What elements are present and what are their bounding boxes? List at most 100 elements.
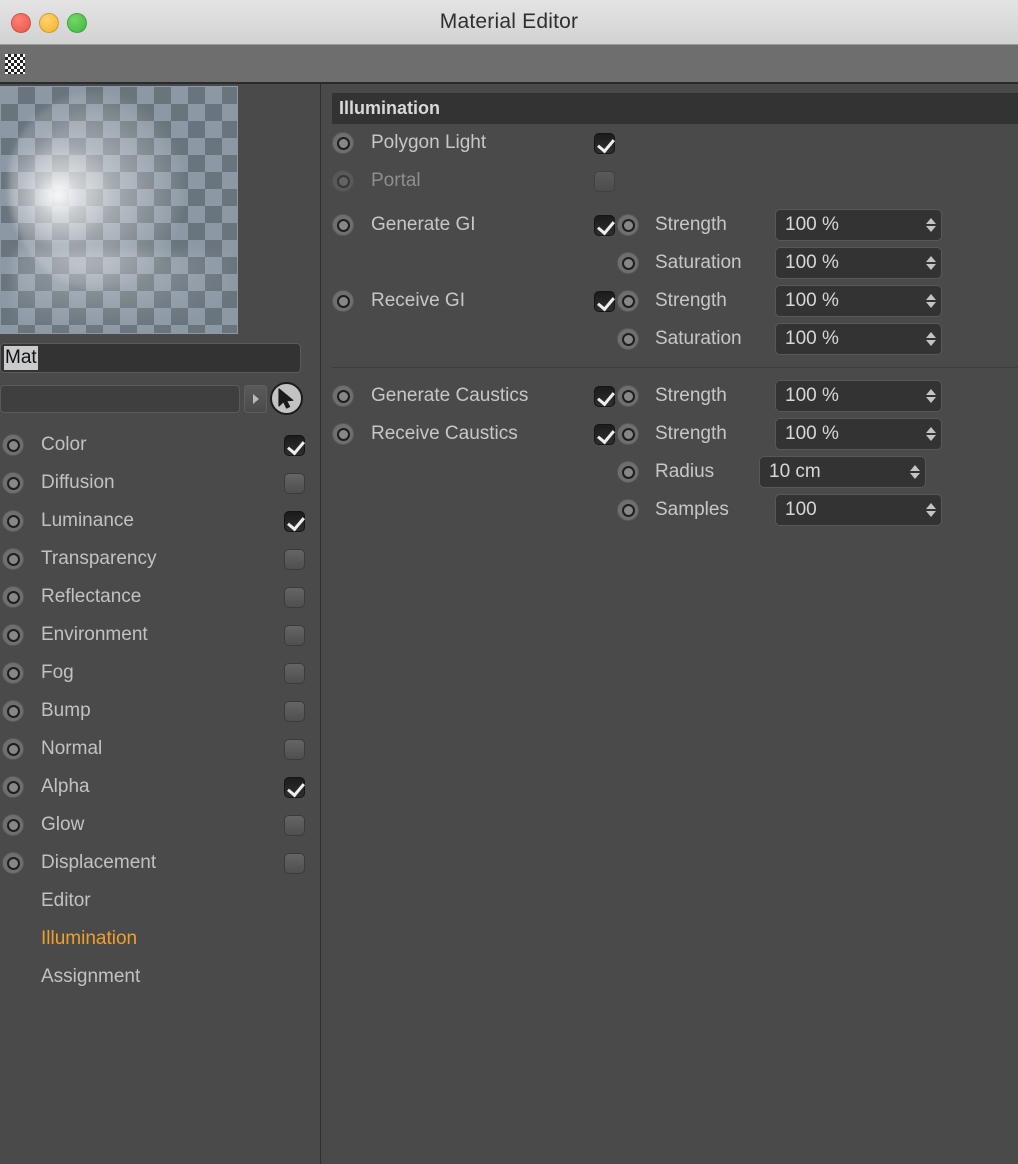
property-checkbox[interactable]	[594, 170, 615, 192]
spinner-down-icon[interactable]	[926, 302, 936, 308]
channel-row-environment[interactable]: Environment	[0, 616, 320, 654]
spinner-down-icon[interactable]	[926, 511, 936, 517]
property-toggle-bullet[interactable]	[332, 290, 354, 312]
property-toggle-bullet[interactable]	[617, 214, 639, 236]
channel-toggle-bullet[interactable]	[2, 624, 24, 646]
channel-checkbox[interactable]	[284, 434, 305, 456]
property-toggle-bullet[interactable]	[617, 328, 639, 350]
combo-expand-button[interactable]	[244, 384, 267, 413]
channel-row-editor[interactable]: Editor	[0, 882, 320, 920]
channel-toggle-bullet[interactable]	[2, 852, 24, 874]
material-preview[interactable]	[0, 86, 238, 334]
numeric-input-strength[interactable]: 100 %	[775, 380, 942, 412]
spinner-down-icon[interactable]	[926, 397, 936, 403]
channel-checkbox[interactable]	[284, 738, 305, 760]
numeric-input-strength[interactable]: 100 %	[775, 285, 942, 317]
property-toggle-bullet[interactable]	[332, 170, 354, 192]
spinner-down-icon[interactable]	[926, 264, 936, 270]
property-checkbox[interactable]	[594, 423, 615, 445]
spinner-stepper[interactable]	[910, 465, 920, 479]
channel-toggle-bullet[interactable]	[2, 510, 24, 532]
channel-toggle-bullet[interactable]	[2, 548, 24, 570]
property-checkbox[interactable]	[594, 132, 615, 154]
spinner-up-icon[interactable]	[926, 427, 936, 433]
property-checkbox[interactable]	[594, 214, 615, 236]
spinner-down-icon[interactable]	[926, 226, 936, 232]
channel-checkbox[interactable]	[284, 548, 305, 570]
property-toggle-bullet[interactable]	[332, 214, 354, 236]
material-name-input[interactable]: Mat	[0, 343, 301, 373]
channel-toggle-bullet[interactable]	[2, 738, 24, 760]
spinner-stepper[interactable]	[926, 218, 936, 232]
channel-row-bump[interactable]: Bump	[0, 692, 320, 730]
property-checkbox[interactable]	[594, 290, 615, 312]
property-toggle-bullet[interactable]	[617, 499, 639, 521]
channel-toggle-bullet[interactable]	[2, 472, 24, 494]
channel-row-normal[interactable]: Normal	[0, 730, 320, 768]
spinner-down-icon[interactable]	[910, 473, 920, 479]
spinner-up-icon[interactable]	[910, 465, 920, 471]
property-toggle-bullet[interactable]	[617, 252, 639, 274]
channel-toggle-bullet[interactable]	[2, 434, 24, 456]
channel-toggle-bullet[interactable]	[2, 700, 24, 722]
spinner-up-icon[interactable]	[926, 218, 936, 224]
property-toggle-bullet[interactable]	[617, 385, 639, 407]
channel-checkbox[interactable]	[284, 510, 305, 532]
property-toggle-bullet[interactable]	[617, 461, 639, 483]
channel-checkbox[interactable]	[284, 624, 305, 646]
numeric-input-strength[interactable]: 100 %	[775, 209, 942, 241]
property-toggle-bullet[interactable]	[332, 132, 354, 154]
channel-toggle-bullet[interactable]	[2, 814, 24, 836]
numeric-input-radius[interactable]: 10 cm	[759, 456, 926, 488]
channel-row-glow[interactable]: Glow	[0, 806, 320, 844]
close-button[interactable]	[11, 13, 31, 33]
channel-row-color[interactable]: Color	[0, 426, 320, 464]
channel-checkbox[interactable]	[284, 662, 305, 684]
channel-row-illumination[interactable]: Illumination	[0, 920, 320, 958]
spinner-up-icon[interactable]	[926, 256, 936, 262]
channel-checkbox[interactable]	[284, 852, 305, 874]
property-toggle-bullet[interactable]	[332, 385, 354, 407]
channel-row-displacement[interactable]: Displacement	[0, 844, 320, 882]
spinner-stepper[interactable]	[926, 256, 936, 270]
channel-row-luminance[interactable]: Luminance	[0, 502, 320, 540]
spinner-stepper[interactable]	[926, 503, 936, 517]
channel-row-assignment[interactable]: Assignment	[0, 958, 320, 996]
numeric-input-saturation[interactable]: 100 %	[775, 247, 942, 279]
spinner-up-icon[interactable]	[926, 389, 936, 395]
channel-row-fog[interactable]: Fog	[0, 654, 320, 692]
spinner-up-icon[interactable]	[926, 294, 936, 300]
property-toggle-bullet[interactable]	[617, 290, 639, 312]
spinner-down-icon[interactable]	[926, 340, 936, 346]
numeric-input-samples[interactable]: 100	[775, 494, 942, 526]
spinner-down-icon[interactable]	[926, 435, 936, 441]
channel-toggle-bullet[interactable]	[2, 776, 24, 798]
spinner-up-icon[interactable]	[926, 503, 936, 509]
maximize-button[interactable]	[67, 13, 87, 33]
layer-combo-input[interactable]	[0, 384, 240, 413]
spinner-stepper[interactable]	[926, 389, 936, 403]
property-checkbox[interactable]	[594, 385, 615, 407]
spinner-stepper[interactable]	[926, 332, 936, 346]
property-toggle-bullet[interactable]	[617, 423, 639, 445]
property-toggle-bullet[interactable]	[332, 423, 354, 445]
checkerboard-icon[interactable]	[5, 53, 25, 74]
channel-toggle-bullet[interactable]	[2, 586, 24, 608]
channel-checkbox[interactable]	[284, 776, 305, 798]
channel-toggle-bullet[interactable]	[2, 662, 24, 684]
spinner-stepper[interactable]	[926, 294, 936, 308]
numeric-input-saturation[interactable]: 100 %	[775, 323, 942, 355]
channel-row-alpha[interactable]: Alpha	[0, 768, 320, 806]
channel-row-diffusion[interactable]: Diffusion	[0, 464, 320, 502]
channel-checkbox[interactable]	[284, 700, 305, 722]
minimize-button[interactable]	[39, 13, 59, 33]
channel-row-transparency[interactable]: Transparency	[0, 540, 320, 578]
property-label: Saturation	[655, 328, 742, 349]
channel-checkbox[interactable]	[284, 586, 305, 608]
spinner-up-icon[interactable]	[926, 332, 936, 338]
spinner-stepper[interactable]	[926, 427, 936, 441]
channel-row-reflectance[interactable]: Reflectance	[0, 578, 320, 616]
channel-checkbox[interactable]	[284, 814, 305, 836]
numeric-input-strength[interactable]: 100 %	[775, 418, 942, 450]
channel-checkbox[interactable]	[284, 472, 305, 494]
